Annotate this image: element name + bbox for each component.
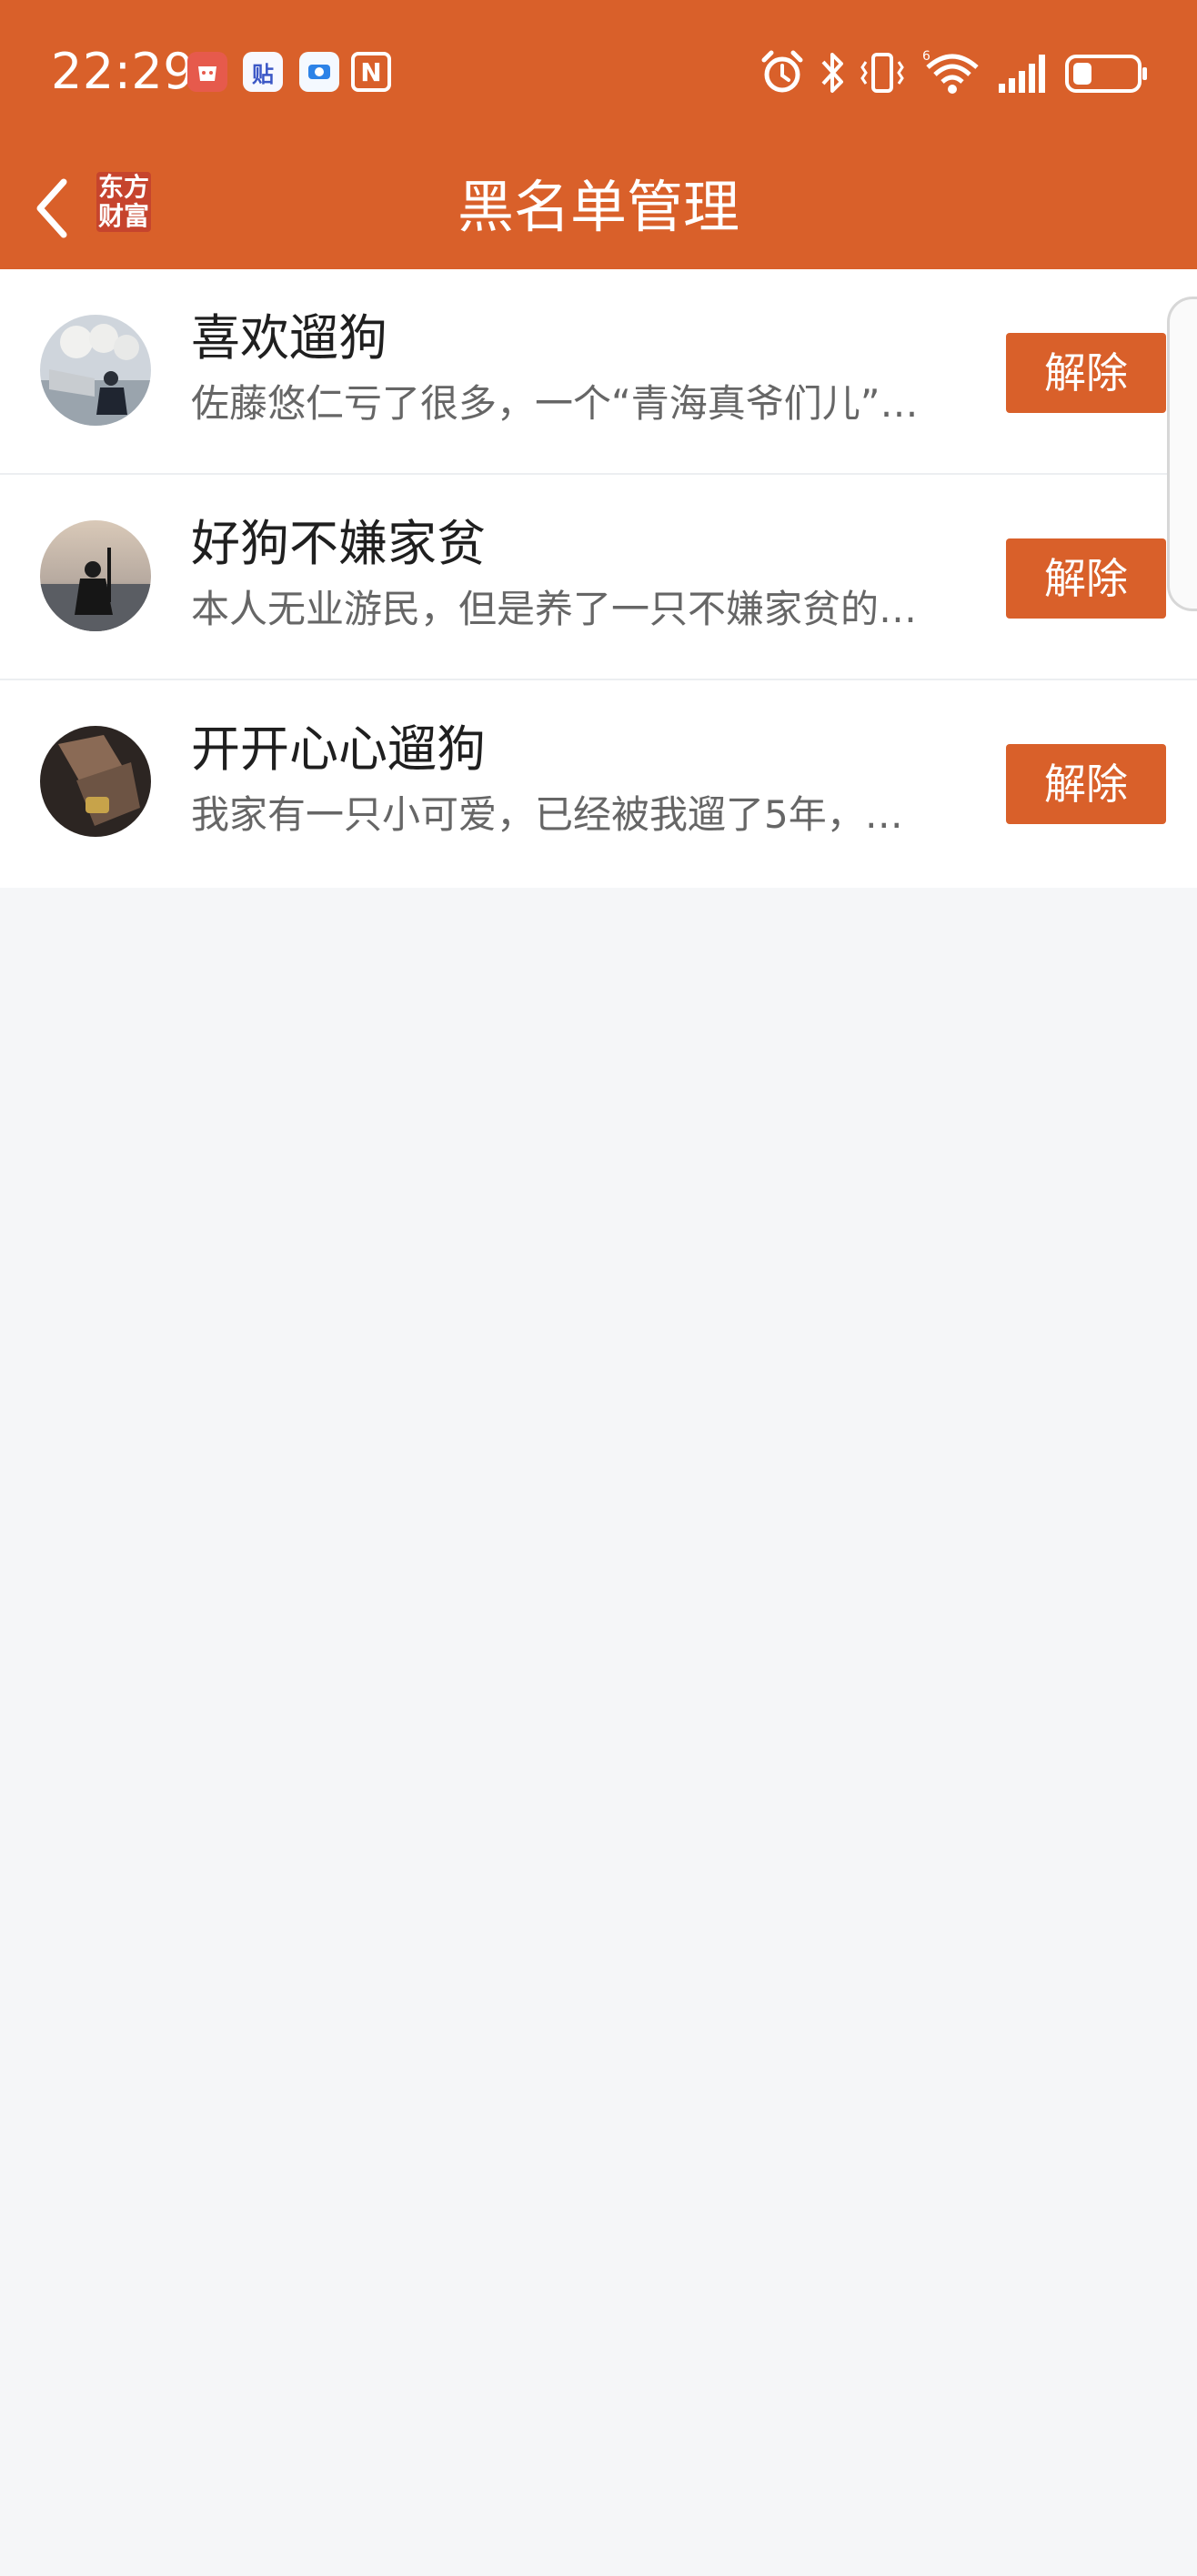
user-name: 喜欢遛狗 [191,309,387,367]
user-description: 佐藤悠仁亏了很多，一个“青海真爷们儿”… [191,381,919,426]
tieba-icon: 贴 [243,52,283,92]
top-bar: 22:29 贴 N 6 东方 财富 黑名单管理 [0,0,1197,269]
wifi-6-icon: 6 [922,49,979,94]
list-item: 好狗不嫌家贫 本人无业游民，但是养了一只不嫌家贫的… 解除 [0,475,1197,680]
battery-icon [1065,55,1147,93]
edge-swipe-handle[interactable] [1167,297,1197,611]
svg-text:6: 6 [922,49,930,64]
dataflow-icon [299,52,339,92]
vibrate-icon [860,53,904,93]
app-notification-icon [187,52,227,92]
user-name: 开开心心遛狗 [191,720,486,778]
avatar[interactable] [40,520,151,631]
system-icons: 6 [759,47,1150,98]
list-item: 喜欢遛狗 佐藤悠仁亏了很多，一个“青海真爷们儿”… 解除 [0,269,1197,475]
alarm-icon [761,50,803,93]
user-description: 我家有一只小可爱，已经被我遛了5年，… [191,792,903,837]
status-bar: 22:29 贴 N 6 [0,0,1197,146]
navigation-bar: 东方 财富 黑名单管理 [0,146,1197,269]
remove-button[interactable]: 解除 [1006,333,1166,413]
avatar[interactable] [40,315,151,426]
list-item: 开开心心遛狗 我家有一只小可爱，已经被我遛了5年，… 解除 [0,680,1197,888]
blacklist: 喜欢遛狗 佐藤悠仁亏了很多，一个“青海真爷们儿”… 解除 好狗不嫌家贫 本人无业… [0,269,1197,888]
nfc-icon: N [351,52,391,92]
bluetooth-icon [821,53,843,93]
signal-icon [999,55,1045,93]
user-name: 好狗不嫌家贫 [191,515,486,572]
avatar[interactable] [40,726,151,837]
user-description: 本人无业游民，但是养了一只不嫌家贫的… [191,587,918,631]
remove-button[interactable]: 解除 [1006,538,1166,619]
remove-button[interactable]: 解除 [1006,744,1166,824]
status-time: 22:29 [51,43,196,100]
page-title: 黑名单管理 [457,174,739,240]
